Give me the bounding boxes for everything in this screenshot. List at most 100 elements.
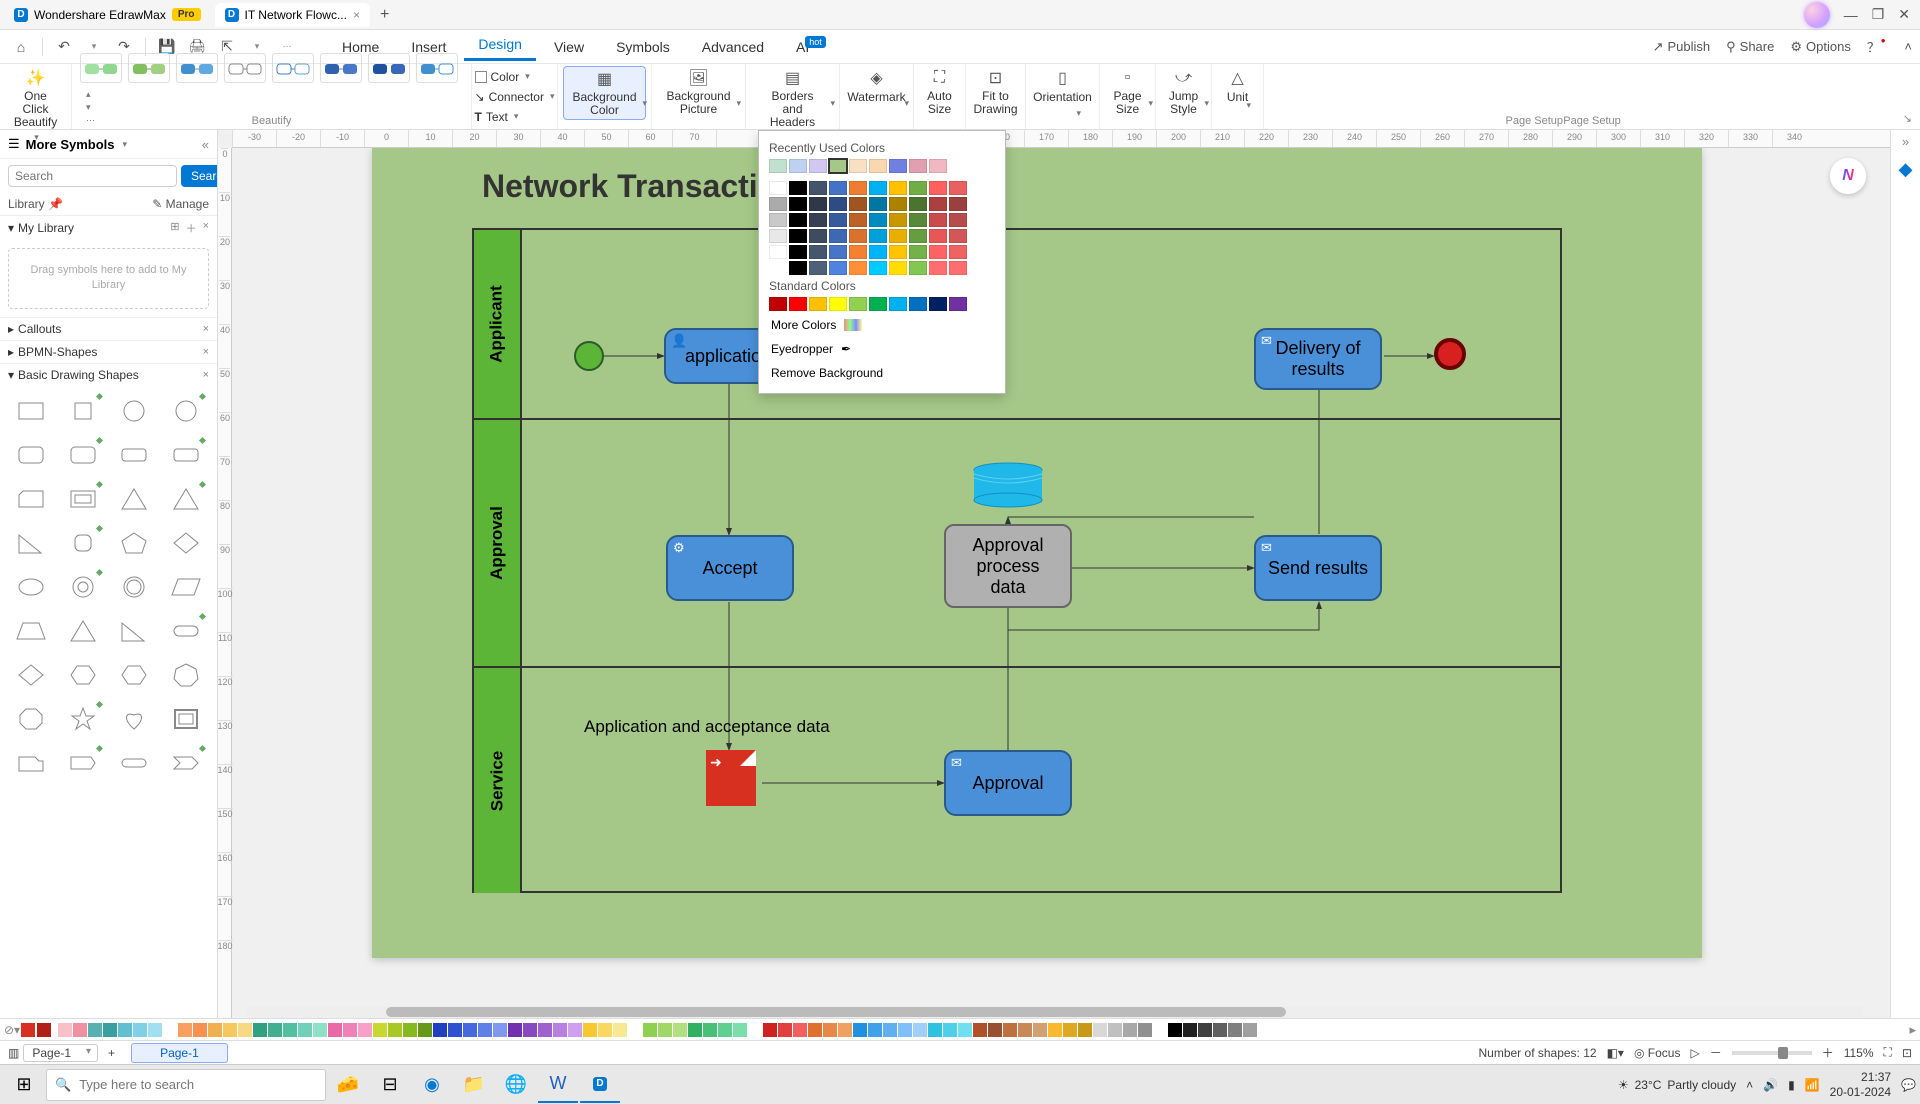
section-basic-shapes[interactable]: ▾Basic Drawing Shapes× [0, 363, 217, 386]
symbol-search-input[interactable] [8, 165, 177, 187]
recent-color-9[interactable] [929, 159, 947, 173]
section-callouts[interactable]: ▸Callouts× [0, 317, 217, 340]
recent-color-2[interactable] [789, 159, 807, 173]
std-yellow[interactable] [829, 297, 847, 311]
theme-color-swatch[interactable] [909, 213, 927, 227]
std-purple[interactable] [949, 297, 967, 311]
collapse-ribbon-icon[interactable]: ˄ [1904, 39, 1912, 54]
theme-color-swatch[interactable] [849, 213, 867, 227]
color-swatch[interactable] [1213, 1023, 1227, 1037]
theme-color-swatch[interactable] [769, 181, 787, 195]
horizontal-scrollbar[interactable] [246, 1006, 1862, 1018]
layers-icon[interactable]: ◧▾ [1607, 1046, 1624, 1060]
theme-color-swatch[interactable] [809, 229, 827, 243]
word-icon[interactable]: W [538, 1067, 578, 1103]
shape-heptagon[interactable] [163, 656, 209, 694]
taskbar-app-1[interactable]: 🧀 [328, 1067, 368, 1103]
shape-tab[interactable] [8, 744, 54, 782]
presentation-icon[interactable]: ▷ [1690, 1046, 1699, 1060]
section-bpmn[interactable]: ▸BPMN-Shapes× [0, 340, 217, 363]
shape-hexagon[interactable] [60, 656, 106, 694]
close-bpmn-icon[interactable]: × [203, 346, 209, 358]
shape-trapezoid[interactable] [8, 612, 54, 650]
fit-page-icon[interactable]: ⛶ [1884, 1045, 1892, 1060]
color-swatch[interactable] [643, 1023, 657, 1037]
theme-color-swatch[interactable] [829, 229, 847, 243]
page-selector[interactable]: Page-1 [23, 1044, 98, 1062]
color-swatch[interactable] [418, 1023, 432, 1037]
theme-color-swatch[interactable] [789, 181, 807, 195]
dropzone[interactable]: Drag symbols here to add to My Library [8, 248, 209, 309]
theme-color-swatch[interactable] [829, 261, 847, 275]
theme-color-swatch[interactable] [909, 197, 927, 211]
theme-thumb-3[interactable] [176, 53, 218, 83]
color-swatch[interactable] [1048, 1023, 1062, 1037]
color-swatch[interactable] [613, 1023, 627, 1037]
theme-thumb-4[interactable] [224, 53, 266, 83]
theme-color-swatch[interactable] [929, 181, 947, 195]
color-swatch[interactable] [868, 1023, 882, 1037]
color-swatch[interactable] [433, 1023, 447, 1037]
theme-color-swatch[interactable] [949, 229, 967, 243]
watermark-dd[interactable]: ▾ [904, 98, 909, 109]
color-swatch[interactable] [208, 1023, 222, 1037]
shape-stadium[interactable] [163, 612, 209, 650]
theme-gallery-more[interactable]: ⋯ [86, 115, 95, 126]
theme-color-swatch[interactable] [769, 197, 787, 211]
theme-color-swatch[interactable] [869, 229, 887, 243]
theme-color-swatch[interactable] [889, 181, 907, 195]
taskbar-search[interactable]: 🔍 Type here to search [46, 1069, 326, 1101]
collapse-panel-icon[interactable]: « [202, 137, 209, 152]
theme-thumb-2[interactable] [128, 53, 170, 83]
shape-right-triangle[interactable] [8, 524, 54, 562]
lane-header-service[interactable]: Service [474, 668, 522, 893]
color-swatch[interactable] [1033, 1023, 1047, 1037]
swimlane-container[interactable]: Applicant Approval Service [472, 228, 1562, 893]
publish-button[interactable]: ↗ Publish [1653, 39, 1711, 55]
color-swatch[interactable] [463, 1023, 477, 1037]
close-tab-icon[interactable]: × [353, 8, 360, 22]
user-avatar[interactable] [1804, 2, 1830, 28]
color-swatch[interactable] [133, 1023, 147, 1037]
recent-color-7[interactable] [889, 159, 907, 173]
color-swatch[interactable] [178, 1023, 192, 1037]
std-orange[interactable] [809, 297, 827, 311]
zoom-slider[interactable] [1732, 1051, 1812, 1055]
one-click-beautify-button[interactable]: ✨ One Click Beautify ▾ [6, 66, 65, 145]
color-swatch[interactable] [808, 1023, 822, 1037]
color-swatch[interactable] [1108, 1023, 1122, 1037]
color-swatch[interactable] [958, 1023, 972, 1037]
menu-symbols[interactable]: Symbols [602, 35, 684, 59]
shape-diamond-2[interactable] [8, 656, 54, 694]
ai-panel-icon[interactable]: ◆ [1899, 159, 1913, 180]
theme-color-swatch[interactable] [809, 181, 827, 195]
fit-drawing-button[interactable]: ⊡ Fit to Drawing [966, 66, 1026, 118]
no-fill-icon[interactable]: ⊘▾ [4, 1023, 20, 1037]
shape-ellipse[interactable] [8, 568, 54, 606]
more-colors-item[interactable]: More Colors [769, 313, 995, 337]
theme-color-swatch[interactable] [869, 261, 887, 275]
bg-pic-dd[interactable]: ▾ [736, 98, 741, 109]
new-folder-icon[interactable]: ⊞ [170, 220, 179, 236]
add-page-button[interactable]: + [108, 1046, 115, 1060]
ai-assistant-badge[interactable]: N [1830, 158, 1866, 194]
shape-rounded-rect[interactable] [8, 436, 54, 474]
document-tab[interactable]: D IT Network Flowc... × [215, 3, 370, 27]
explorer-icon[interactable]: 📁 [454, 1067, 494, 1103]
color-swatch[interactable] [223, 1023, 237, 1037]
recent-color-6[interactable] [869, 159, 887, 173]
lane-applicant[interactable]: Applicant [474, 230, 1560, 420]
color-swatch[interactable] [238, 1023, 252, 1037]
undo-icon[interactable]: ↶ [51, 34, 77, 60]
theme-color-swatch[interactable] [849, 197, 867, 211]
shape-rounded-rect-2[interactable] [60, 436, 106, 474]
box-approval-data[interactable]: Approval process data [944, 524, 1072, 608]
color-swatch[interactable] [373, 1023, 387, 1037]
document-shape[interactable]: ➜ [706, 750, 756, 806]
color-swatch[interactable] [508, 1023, 522, 1037]
close-section-icon[interactable]: × [203, 220, 209, 236]
start-button[interactable]: ⊞ [4, 1067, 44, 1103]
shape-rounded-rect-3[interactable] [112, 436, 158, 474]
color-swatch[interactable] [898, 1023, 912, 1037]
color-swatch[interactable] [778, 1023, 792, 1037]
